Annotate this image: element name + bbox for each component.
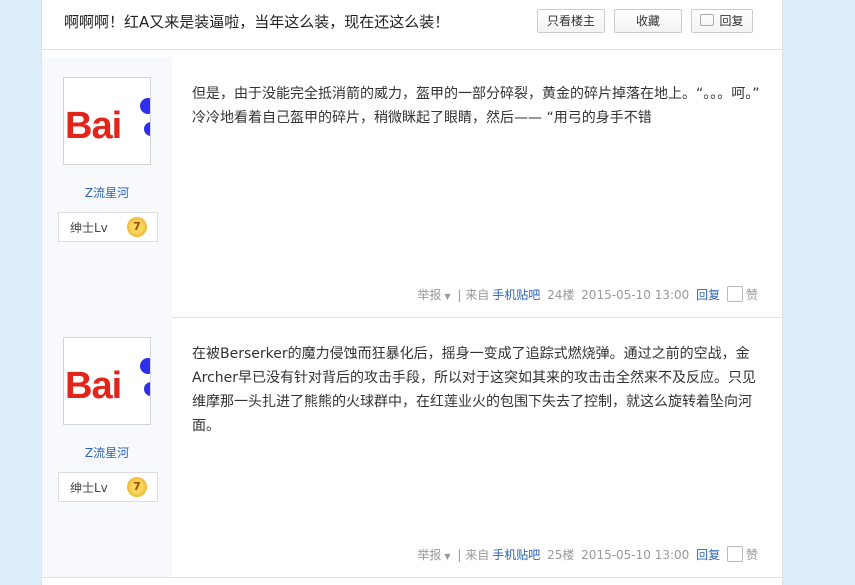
floor-number: 25楼 [547, 548, 575, 562]
username-link[interactable]: Z流星河 [42, 444, 172, 461]
post-time: 2015-05-10 13:00 [581, 288, 690, 302]
post-time: 2015-05-10 13:00 [581, 548, 690, 562]
author-panel: Bai Z流星河 绅士Lv 7 [42, 317, 172, 577]
reply-link[interactable]: 回复 [696, 288, 720, 302]
post-meta: 举报 ▼ | 来自 手机贴吧 24楼 2015-05-10 13:00 回复 赞 [411, 286, 758, 303]
level-badge[interactable]: 绅士Lv 7 [58, 212, 158, 242]
only-author-button[interactable]: 只看楼主 [537, 9, 605, 33]
logo-dot [144, 382, 150, 396]
thread-title: 啊啊啊！红A又来是装逼啦，当年这么装，现在还这么装！ [64, 13, 450, 31]
report-link[interactable]: 举报 ▼ [414, 548, 450, 562]
caret-down-icon: ▼ [444, 292, 451, 301]
caret-down-icon: ▼ [444, 552, 451, 561]
report-label: 举报 [417, 548, 442, 562]
floor-number: 24楼 [547, 288, 575, 302]
level-star-icon: 7 [127, 477, 147, 497]
baidu-logo: Bai [65, 105, 122, 147]
like-link[interactable]: 赞 [746, 288, 758, 302]
post-floor-25: Bai Z流星河 绅士Lv 7 在被Berserker的魔力侵蚀而狂暴化后，摇身… [42, 317, 782, 578]
source-prefix: | 来自 [457, 288, 490, 302]
reply-link[interactable]: 回复 [696, 548, 720, 562]
baidu-logo: Bai [65, 365, 122, 407]
post-content: 在被Berserker的魔力侵蚀而狂暴化后，摇身一变成了追踪式燃烧弹。通过之前的… [192, 346, 756, 434]
thread-header: 啊啊啊！红A又来是装逼啦，当年这么装，现在还这么装！ 只看楼主 收藏 回复 [42, 0, 782, 50]
author-panel: Bai Z流星河 绅士Lv 7 [42, 57, 172, 317]
post-content: 但是，由于没能完全抵消箭的威力，盔甲的一部分碎裂，黄金的碎片掉落在地上。“。。。… [192, 86, 760, 126]
level-label: 绅士Lv [70, 221, 108, 235]
avatar[interactable]: Bai [63, 337, 151, 425]
collect-button[interactable]: 收藏 [614, 9, 682, 33]
reply-button[interactable]: 回复 [691, 9, 753, 33]
thread-page: 啊啊啊！红A又来是装逼啦，当年这么装，现在还这么装！ 只看楼主 收藏 回复 Ba… [41, 0, 783, 585]
report-label: 举报 [417, 288, 442, 302]
source-link[interactable]: 手机贴吧 [492, 548, 540, 562]
source-prefix: | 来自 [457, 548, 490, 562]
level-badge[interactable]: 绅士Lv 7 [58, 472, 158, 502]
avatar[interactable]: Bai [63, 77, 151, 165]
logo-dot [144, 122, 150, 136]
report-link[interactable]: 举报 ▼ [414, 288, 450, 302]
logo-dot [140, 98, 150, 114]
thumbs-up-icon[interactable] [726, 546, 743, 562]
username-link[interactable]: Z流星河 [42, 184, 172, 201]
level-label: 绅士Lv [70, 481, 108, 495]
thumbs-up-icon[interactable] [726, 286, 743, 302]
logo-dot [140, 358, 150, 374]
post-meta: 举报 ▼ | 来自 手机贴吧 25楼 2015-05-10 13:00 回复 赞 [411, 546, 758, 563]
comment-icon [700, 14, 715, 26]
post-floor-24: Bai Z流星河 绅士Lv 7 但是，由于没能完全抵消箭的威力，盔甲的一部分碎裂… [42, 57, 782, 318]
level-star-icon: 7 [127, 217, 147, 237]
reply-button-label: 回复 [719, 14, 744, 28]
like-link[interactable]: 赞 [746, 548, 758, 562]
source-link[interactable]: 手机贴吧 [492, 288, 540, 302]
